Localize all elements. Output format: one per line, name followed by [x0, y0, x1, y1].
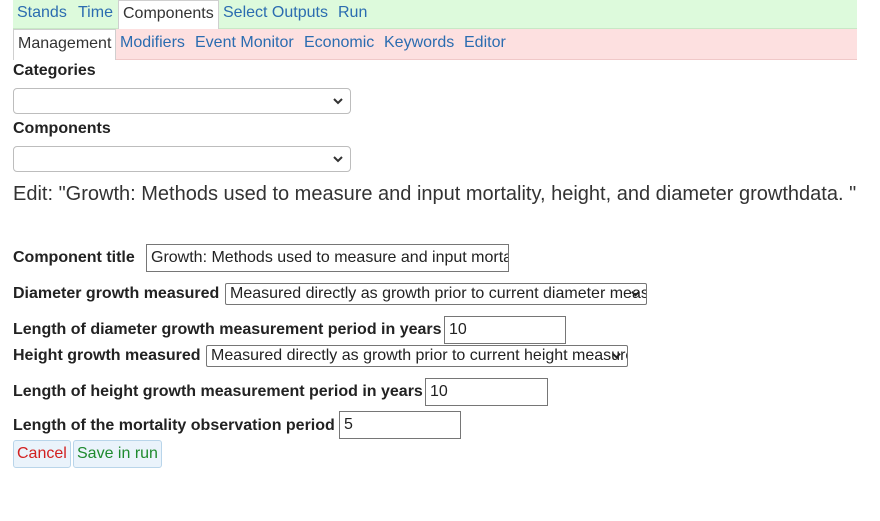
diameter-growth-select-value: Measured directly as growth prior to cur… — [230, 285, 646, 302]
diameter-growth-label: Diameter growth measured — [13, 285, 220, 302]
tab-run[interactable]: Run — [338, 0, 367, 28]
height-period-input[interactable]: 10 — [425, 378, 548, 406]
save-in-run-button[interactable]: Save in run — [73, 440, 162, 468]
chevron-down-icon — [631, 291, 640, 297]
cancel-button[interactable]: Cancel — [13, 440, 71, 468]
tab-keywords[interactable]: Keywords — [384, 29, 454, 59]
tab-editor[interactable]: Editor — [464, 29, 506, 59]
tab-select-outputs[interactable]: Select Outputs — [223, 0, 328, 28]
tab-modifiers[interactable]: Modifiers — [120, 29, 185, 59]
component-title-label: Component title — [13, 249, 135, 266]
mortality-period-label: Length of the mortality observation peri… — [13, 417, 335, 434]
diameter-period-label: Length of diameter growth measurement pe… — [13, 321, 442, 338]
chevron-down-icon — [333, 98, 343, 105]
height-period-label: Length of height growth measurement peri… — [13, 383, 423, 400]
component-title-input[interactable]: Growth: Methods used to measure and inpu… — [146, 244, 509, 272]
mortality-period-input[interactable]: 5 — [339, 411, 461, 439]
tab-time[interactable]: Time — [78, 0, 113, 28]
height-growth-label: Height growth measured — [13, 347, 201, 364]
chevron-down-icon — [612, 353, 621, 359]
components-select[interactable] — [13, 146, 351, 172]
top-tab-bar: Stands Time Components Select Outputs Ru… — [13, 0, 857, 29]
sub-tab-bar: Management Modifiers Event Monitor Econo… — [13, 29, 857, 60]
diameter-period-input[interactable]: 10 — [444, 316, 566, 344]
tab-economic[interactable]: Economic — [304, 29, 374, 59]
tab-stands[interactable]: Stands — [17, 0, 67, 28]
diameter-growth-select[interactable]: Measured directly as growth prior to cur… — [225, 283, 647, 305]
edit-heading: Edit: "Growth: Methods used to measure a… — [13, 183, 857, 205]
tab-management[interactable]: Management — [13, 29, 117, 60]
height-growth-select-value: Measured directly as growth prior to cur… — [211, 347, 628, 364]
height-growth-select[interactable]: Measured directly as growth prior to cur… — [206, 345, 628, 367]
tab-event-monitor[interactable]: Event Monitor — [195, 29, 294, 59]
categories-label: Categories — [13, 62, 96, 79]
chevron-down-icon — [333, 156, 343, 163]
categories-select[interactable] — [13, 88, 351, 114]
components-label: Components — [13, 120, 111, 137]
tab-components[interactable]: Components — [118, 0, 219, 29]
